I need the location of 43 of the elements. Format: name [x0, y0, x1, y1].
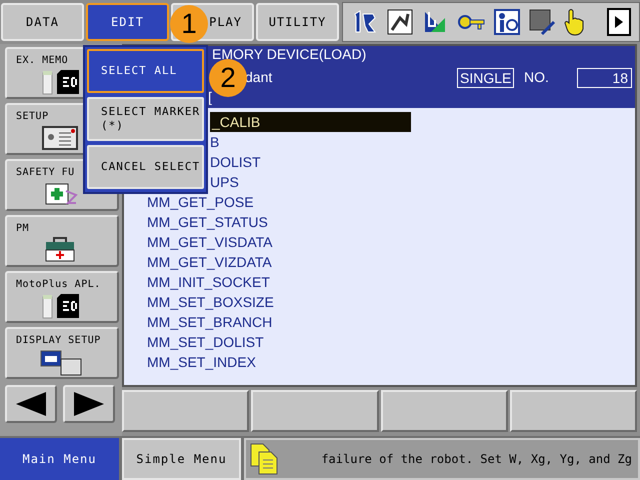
- file-list-item[interactable]: UPS: [210, 172, 239, 192]
- menu-item[interactable]: CANCEL SELECT: [87, 145, 204, 189]
- screen-icon: [528, 8, 556, 36]
- side-menu-button[interactable]: MotoPlus APL.: [5, 271, 119, 323]
- robot-arm-icon: [386, 8, 414, 36]
- file-list-item[interactable]: DOLIST: [210, 152, 261, 172]
- menu-item[interactable]: SELECT ALL: [87, 49, 204, 93]
- menu-tab[interactable]: UTILITY: [256, 3, 339, 41]
- file-list-item[interactable]: B: [210, 132, 220, 152]
- next-page-button[interactable]: [607, 8, 631, 36]
- file-list-item[interactable]: MM_INIT_SOCKET: [147, 272, 270, 292]
- screen-title: EMORY DEVICE(LOAD): [212, 46, 366, 62]
- main-menu-button[interactable]: Main Menu: [0, 438, 119, 480]
- triangle-right-icon: [72, 391, 106, 417]
- menu-item[interactable]: SELECT MARKER (*): [87, 97, 204, 141]
- simple-menu-button[interactable]: Simple Menu: [122, 438, 241, 480]
- file-list-item[interactable]: MM_GET_STATUS: [147, 212, 268, 232]
- triangle-left-icon: [14, 391, 48, 417]
- file-list-item[interactable]: MM_GET_POSE: [147, 192, 254, 212]
- triangle-right-icon: [614, 15, 624, 29]
- file-list-item[interactable]: MM_SET_INDEX: [147, 352, 256, 372]
- number-label: NO.: [524, 68, 549, 86]
- file-list-item[interactable]: MM_SET_DOLIST: [147, 332, 264, 352]
- path-text: [: [208, 88, 212, 106]
- function-key-button[interactable]: [122, 390, 250, 432]
- status-message: failure of the robot. Set W, Xg, Yg, and Zg: [321, 451, 632, 468]
- function-key-button[interactable]: [510, 390, 637, 432]
- side-menu-button[interactable]: DISPLAY SETUP: [5, 327, 119, 379]
- next-button[interactable]: [63, 385, 115, 423]
- file-list-item[interactable]: MM_GET_VISDATA: [147, 232, 273, 252]
- menu-tab[interactable]: EDIT: [86, 3, 169, 41]
- function-key-button[interactable]: [380, 390, 508, 432]
- file-list-item[interactable]: MM_GET_VIZDATA: [147, 252, 272, 272]
- file-list-item[interactable]: MM_SET_BOXSIZE: [147, 292, 274, 312]
- file-list-item[interactable]: MM_SET_BRANCH: [147, 312, 272, 332]
- number-field: 18: [577, 68, 632, 88]
- file-list-item[interactable]: _CALIB: [210, 112, 411, 132]
- mode-field: SINGLE: [457, 68, 514, 88]
- device-label: dant: [245, 68, 272, 86]
- previous-button[interactable]: [5, 385, 57, 423]
- function-key-button[interactable]: [251, 390, 378, 432]
- side-menu-button[interactable]: PM: [5, 215, 119, 267]
- menu-tab[interactable]: DATA: [1, 3, 84, 41]
